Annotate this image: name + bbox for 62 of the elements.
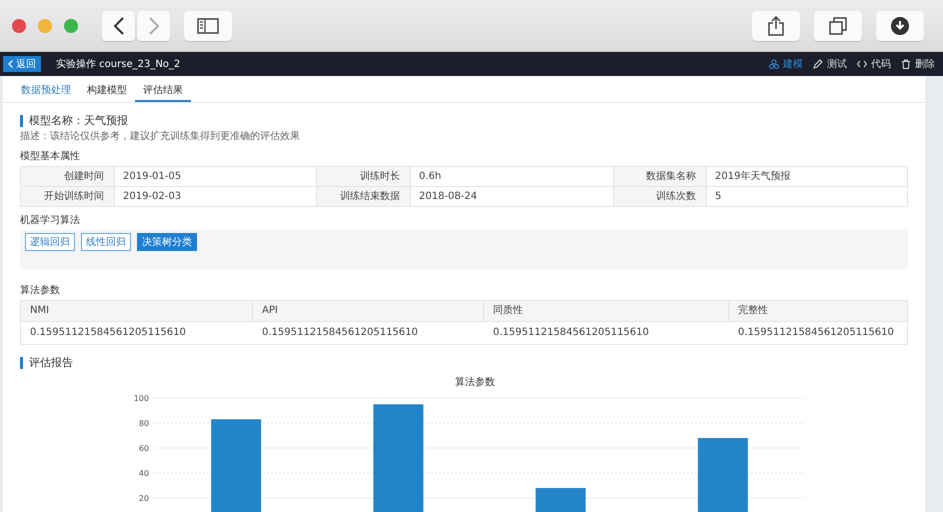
axis-tick-label: 20 — [138, 494, 149, 503]
download-button[interactable] — [876, 10, 924, 40]
property-value: 2019-02-03 — [115, 187, 317, 207]
algorithm-tag[interactable]: 逻辑回归 — [25, 233, 75, 251]
sidebar-icon — [197, 18, 219, 34]
section-heading: 模型基本属性 — [20, 150, 81, 163]
chart-title: 算法参数 — [455, 377, 495, 388]
property-label: 数据集名称 — [614, 167, 707, 187]
trash-icon — [901, 59, 911, 69]
axis-tick-label: 40 — [138, 469, 149, 478]
close-icon[interactable] — [12, 18, 26, 32]
column-header: NMI — [21, 301, 253, 322]
property-value: 2018-08-24 — [411, 187, 614, 207]
table-cell-text: 0.15951121584561205115610 — [261, 326, 419, 340]
property-label: 训练时长 — [317, 167, 411, 187]
toolbar-action[interactable]: 建模 — [769, 57, 803, 71]
share-icon — [768, 16, 784, 36]
chevron-left-icon — [114, 16, 124, 34]
axis-tick-label: 60 — [138, 444, 149, 453]
property-value: 2019年天气预报 — [707, 167, 908, 187]
table-cell-text: 0.15951121584561205115610 — [492, 326, 650, 340]
share-button[interactable] — [752, 10, 800, 40]
chart-bar — [536, 488, 586, 512]
table-cell-text: 0.15951121584561205115610 — [737, 326, 895, 340]
toolbar-action[interactable]: 代码 — [857, 57, 891, 71]
section-title: 评估报告 — [20, 357, 908, 369]
algorithm-tag[interactable]: 决策树分类 — [137, 233, 197, 251]
back-button[interactable]: 返回 — [3, 56, 41, 72]
description-text: 描述：该结论仅供参考，建议扩充训练集得到更准确的评估效果 — [20, 130, 301, 143]
copy-icon — [829, 16, 847, 34]
page-title: 实验操作 course_23_No_2 — [56, 58, 180, 71]
section-heading: 算法参数 — [20, 284, 61, 297]
section-heading: 机器学习算法 — [20, 214, 81, 227]
axis-tick-label: 80 — [138, 419, 149, 428]
code-icon — [857, 59, 867, 69]
pen-icon — [813, 59, 823, 69]
table-cell-text: 0.15951121584561205115610 — [29, 326, 187, 340]
column-header: API — [253, 301, 484, 322]
tab[interactable]: 构建模型 — [79, 80, 135, 102]
column-header: 完整性 — [729, 301, 907, 322]
chevron-left-icon — [8, 60, 13, 68]
property-value: 0.6h — [411, 167, 614, 187]
tab[interactable]: 评估结果 — [135, 80, 191, 102]
property-label: 训练结束数据 — [317, 187, 411, 207]
network-icon — [769, 59, 779, 69]
tabs-button[interactable] — [814, 10, 862, 40]
section-title: 模型名称：天气预报 — [20, 115, 908, 127]
property-value: 5 — [707, 187, 908, 207]
property-value: 2019-01-05 — [115, 167, 317, 187]
property-label: 训练次数 — [614, 187, 707, 207]
tab[interactable]: 数据预处理 — [13, 80, 79, 102]
chevron-right-icon — [148, 16, 158, 34]
property-label: 开始训练时间 — [21, 187, 115, 207]
sidebar-button[interactable] — [184, 10, 232, 40]
toolbar-action[interactable]: 删除 — [901, 57, 935, 71]
property-label: 创建时间 — [21, 167, 115, 187]
download-icon — [891, 16, 909, 34]
toolbar-action[interactable]: 测试 — [813, 57, 847, 71]
back-button[interactable] — [102, 10, 135, 40]
axis-tick-label: 100 — [134, 394, 149, 403]
algorithm-tag[interactable]: 线性回归 — [81, 233, 131, 251]
column-header: 同质性 — [484, 301, 729, 322]
